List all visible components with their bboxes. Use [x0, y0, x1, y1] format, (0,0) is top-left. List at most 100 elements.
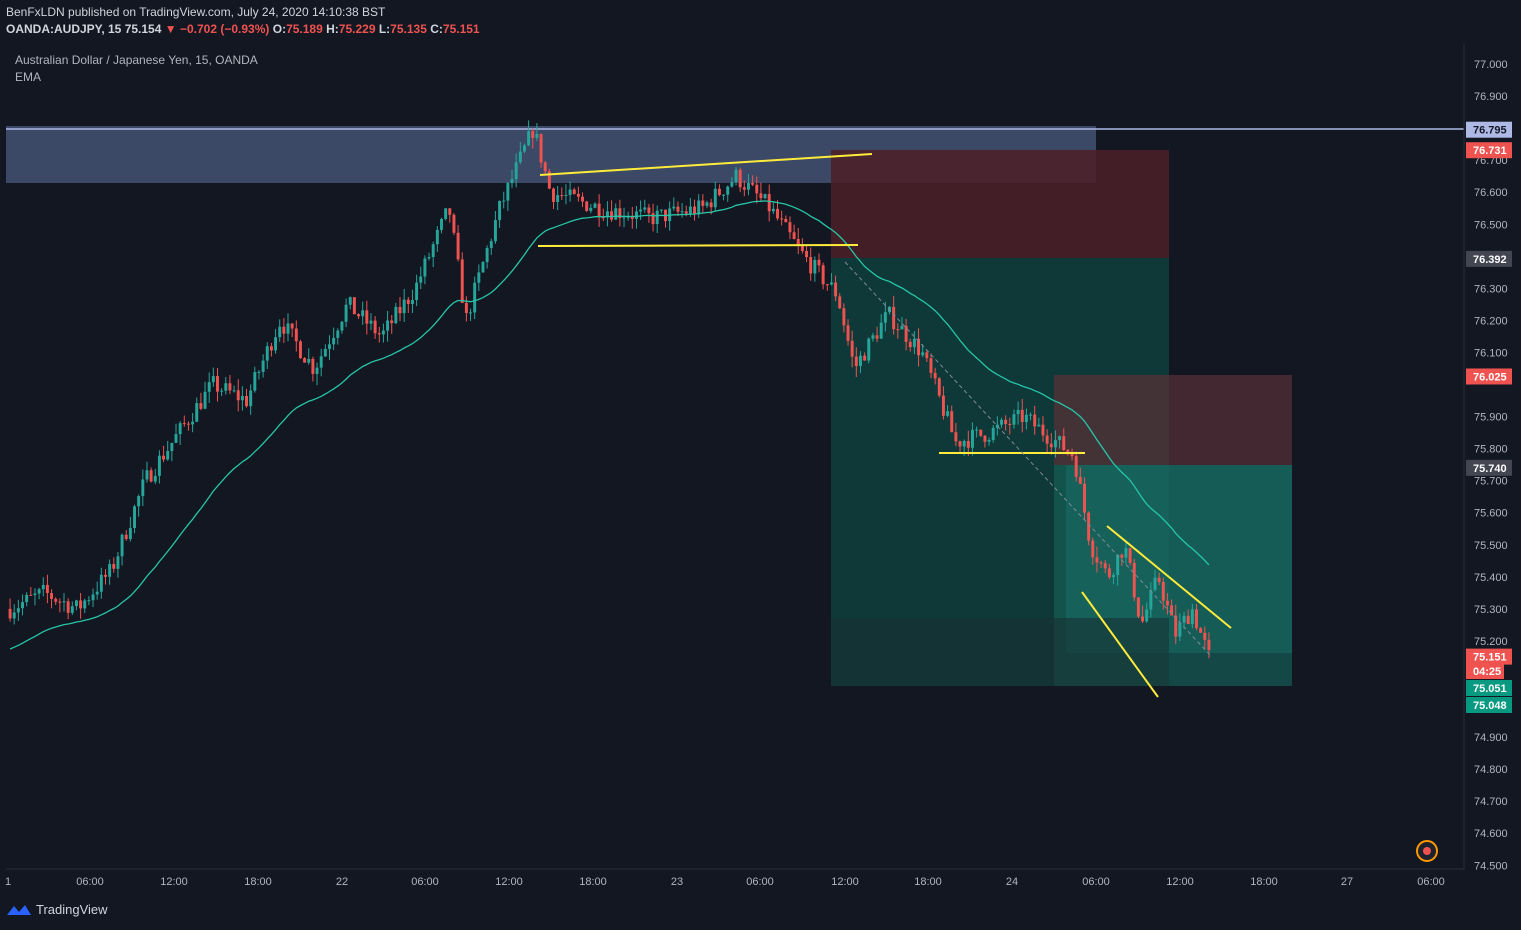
candle-body: [298, 341, 302, 359]
candle-body: [249, 390, 253, 407]
candle-body: [514, 162, 518, 180]
candle-body: [1128, 548, 1132, 563]
candle-body: [282, 326, 286, 334]
candle-body: [162, 455, 166, 460]
candle-body: [597, 203, 601, 218]
candle-body: [62, 601, 66, 603]
candle-body: [531, 131, 535, 139]
candle-body: [560, 195, 564, 197]
candle-body: [1058, 436, 1062, 441]
y-tick-label: 75.400: [1474, 572, 1508, 584]
candle-body: [440, 218, 443, 230]
candle-body: [1165, 600, 1169, 606]
x-tick-label: 12:00: [831, 876, 859, 888]
y-tick-label: 76.300: [1474, 283, 1508, 295]
candle-body: [834, 282, 838, 297]
y-tick-label: 75.500: [1474, 540, 1508, 552]
price-label-stop: 76.025: [1466, 368, 1512, 385]
candle-body: [933, 372, 937, 379]
candle-body: [634, 211, 638, 219]
candle-body: [784, 218, 788, 223]
price-label-last: 75.151: [1466, 648, 1512, 665]
candle-body: [394, 306, 398, 324]
candle-body: [498, 201, 502, 221]
x-tick-label: 12:00: [1166, 876, 1194, 888]
candle-body: [647, 207, 651, 214]
candle-body: [1112, 575, 1115, 578]
candle-body: [925, 352, 929, 359]
price-label-countdown: 04:25: [1466, 663, 1504, 679]
brand-name: TradingView: [36, 902, 108, 917]
y-tick-label: 77.000: [1474, 59, 1508, 71]
candle-body: [66, 601, 70, 613]
candle-body: [1053, 440, 1057, 448]
y-tick-label: 75.300: [1474, 604, 1508, 616]
candle-body: [535, 133, 539, 139]
candle-body: [477, 272, 481, 283]
x-tick-label: 06:00: [746, 876, 774, 888]
y-tick-label: 75.900: [1474, 412, 1508, 424]
x-tick-label: 12:00: [495, 876, 523, 888]
candle-body: [211, 376, 215, 383]
candle-body: [21, 602, 24, 609]
legend-ema: EMA: [15, 70, 42, 84]
y-tick-label: 76.500: [1474, 219, 1508, 231]
candle-body: [207, 382, 211, 392]
price-label-entry: 75.740: [1466, 459, 1512, 476]
candle-body: [1000, 419, 1003, 425]
candle-body: [307, 358, 311, 363]
y-tick-label: 74.600: [1474, 828, 1508, 840]
candle-body: [415, 282, 419, 301]
candle-body: [311, 358, 315, 374]
price-label-target: 75.051: [1466, 680, 1512, 696]
price-chart[interactable]: 77.00076.90076.70076.60076.50076.30076.2…: [0, 0, 1521, 930]
candle-body: [357, 314, 361, 317]
candle-body: [1186, 615, 1190, 625]
candle-body: [87, 600, 91, 602]
candle-body: [37, 589, 41, 594]
candle-body: [361, 310, 365, 317]
candle-body: [253, 372, 257, 391]
candle-body: [220, 390, 224, 392]
candle-body: [398, 306, 402, 314]
candle-body: [659, 209, 663, 211]
candle-body: [481, 262, 485, 273]
candle-body: [203, 391, 207, 409]
candle-body: [199, 403, 203, 409]
candle-body: [1008, 423, 1012, 425]
candle-body: [369, 320, 373, 324]
candle-body: [527, 131, 531, 146]
stop-zone-1: [831, 150, 1169, 258]
candle-body: [780, 218, 784, 220]
candle-body: [713, 188, 717, 208]
candle-body: [444, 208, 448, 219]
candle-body: [688, 206, 692, 214]
footer-brand[interactable]: TradingView: [6, 902, 108, 917]
candle-body: [1074, 456, 1078, 477]
candle-body: [858, 355, 862, 366]
candle-body: [1136, 597, 1140, 617]
candle-body: [33, 593, 37, 596]
candle-body: [1116, 554, 1120, 576]
svg-text:76.025: 76.025: [1473, 371, 1507, 383]
candle-body: [406, 299, 410, 304]
candle-body: [1029, 414, 1033, 416]
candle-body: [120, 534, 124, 557]
candle-body: [937, 378, 941, 396]
candle-body: [556, 195, 560, 202]
candle-body: [1095, 557, 1099, 563]
candle-body: [328, 344, 331, 349]
candle-body: [1103, 563, 1107, 569]
candle-body: [240, 396, 244, 401]
candle-body: [1045, 435, 1049, 444]
candle-body: [145, 470, 149, 480]
candle-body: [630, 216, 634, 219]
candle-body: [1199, 628, 1203, 633]
candle-body: [373, 320, 377, 334]
y-tick-label: 76.900: [1474, 91, 1508, 103]
candle-body: [178, 423, 182, 435]
candle-body: [1120, 554, 1124, 558]
candle-body: [83, 600, 87, 609]
x-tick-label: 24: [1006, 876, 1018, 888]
candle-body: [510, 179, 514, 184]
